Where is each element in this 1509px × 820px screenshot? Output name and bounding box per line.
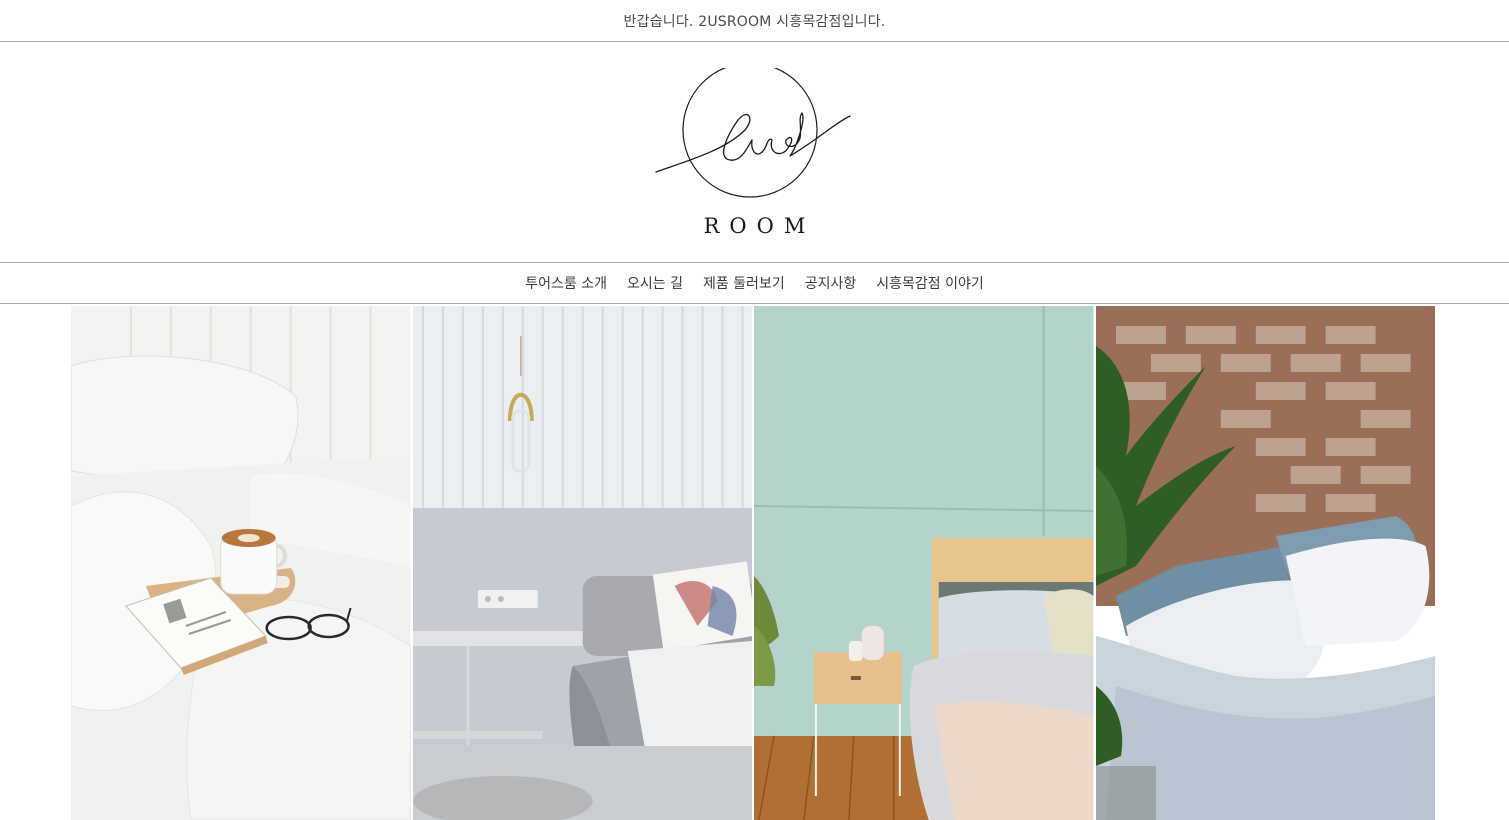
gallery-photo-mint-bedroom[interactable] bbox=[754, 306, 1094, 820]
gallery-photo-brick-bedroom[interactable] bbox=[1095, 306, 1435, 820]
nav-item-story[interactable]: 시흥목감점 이야기 bbox=[876, 273, 984, 293]
logo-area: ROOM bbox=[0, 42, 1509, 262]
nav-item-notice[interactable]: 공지사항 bbox=[805, 273, 857, 293]
top-greeting-bar: 반갑습니다. 2USROOM 시흥목감점입니다. bbox=[0, 0, 1509, 42]
gallery-photo-white-bedding[interactable] bbox=[71, 306, 411, 820]
gallery-photo-grey-sofa[interactable] bbox=[412, 306, 752, 820]
greeting-text: 반갑습니다. 2USROOM 시흥목감점입니다. bbox=[623, 13, 886, 30]
nav-item-products[interactable]: 제품 둘러보기 bbox=[703, 273, 785, 293]
logo-wordmark: ROOM bbox=[703, 214, 816, 238]
photo-gallery bbox=[71, 306, 1435, 820]
nav-item-about[interactable]: 투어스룸 소개 bbox=[525, 273, 607, 293]
nav-item-directions[interactable]: 오시는 길 bbox=[627, 273, 683, 293]
main-nav: 투어스룸 소개 오시는 길 제품 둘러보기 공지사항 시흥목감점 이야기 bbox=[0, 262, 1509, 304]
